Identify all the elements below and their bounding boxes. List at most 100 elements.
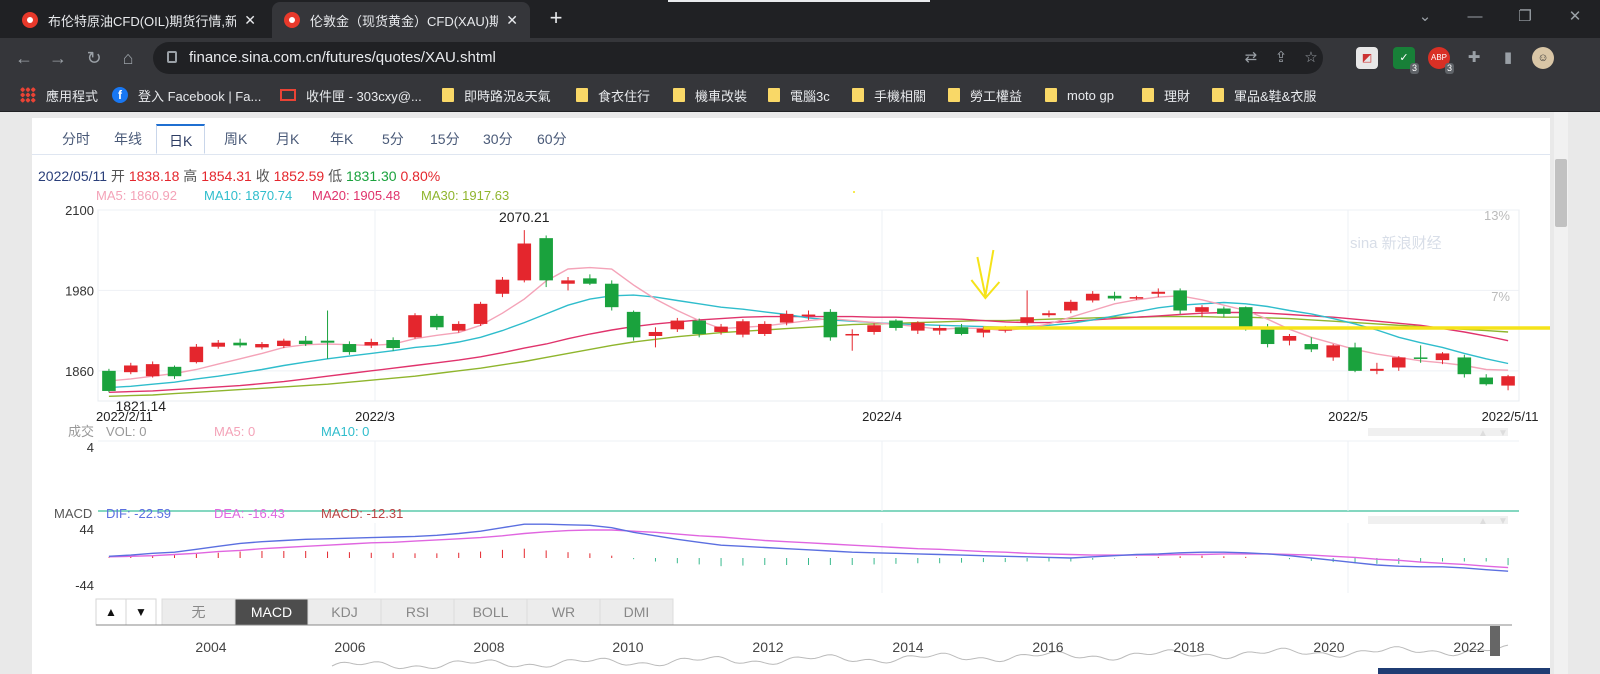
candle-body[interactable] [932,327,947,331]
candle-body[interactable] [277,340,291,347]
candle-body[interactable] [408,315,422,338]
candle-body[interactable] [1304,344,1319,350]
extension-abp-icon[interactable]: ABP 3 [1428,47,1454,74]
candle-body[interactable] [823,311,838,338]
candle-body[interactable] [1064,301,1078,311]
side-panel-icon[interactable]: ▮ [1497,47,1519,69]
bookmark-folder[interactable]: 食衣住行 [576,86,650,104]
candle-body[interactable] [167,366,182,377]
candle-body[interactable] [1348,347,1362,371]
star-icon[interactable]: ☆ [1301,49,1321,69]
candle-body[interactable] [736,321,750,335]
candle-body[interactable] [145,364,160,377]
tab-search-icon[interactable]: ⌄ [1405,4,1445,30]
candle-body[interactable] [495,279,510,294]
tab-close-icon[interactable]: ✕ [244,12,256,29]
scrollbar-thumb[interactable] [1555,159,1567,227]
profile-avatar-icon[interactable]: ☺ [1532,47,1554,69]
candle-body[interactable] [1129,297,1144,299]
extensions-puzzle-icon[interactable]: ✚ [1463,47,1485,69]
candle-body[interactable] [1282,335,1297,341]
back-icon[interactable]: ← [12,46,36,70]
bookmark-folder[interactable]: 軍品&鞋&衣服 [1212,86,1316,104]
kline-chart[interactable]: 2022/05/11 开 1838.18 高 1854.31 收 1852.59… [32,118,1550,674]
candle-body[interactable] [583,278,597,284]
candle-body[interactable] [473,303,488,324]
candle-body[interactable] [1195,307,1209,312]
home-icon[interactable]: ⌂ [116,46,140,70]
candle-body[interactable] [845,333,860,336]
tab-brent-oil[interactable]: 布伦特原油CFD(OIL)期货行情,新 ✕ [10,2,268,38]
overview-range-handle[interactable] [1490,626,1500,656]
candle-body[interactable] [670,320,685,330]
candle-body[interactable] [1042,313,1056,316]
candle-body[interactable] [539,238,553,281]
candle-body[interactable] [692,320,706,334]
bookmark-folder[interactable]: 勞工權益 [948,86,1022,104]
candle-body[interactable] [451,323,466,331]
candle-body[interactable] [1326,345,1340,358]
candle-body[interactable] [1501,376,1515,386]
bookmark-apps[interactable]: 應用程式 [20,86,98,104]
candle-body[interactable] [1457,357,1472,375]
candle-body[interactable] [954,327,969,334]
candle-body[interactable] [1151,291,1166,294]
candle-body[interactable] [1260,329,1275,345]
candle-body[interactable] [1479,377,1493,385]
candle-body[interactable] [189,346,204,363]
candle-body[interactable] [1413,357,1428,359]
extension-hk-icon[interactable]: ◩ [1356,47,1378,69]
candle-body[interactable] [298,340,313,345]
candle-body[interactable] [124,365,138,373]
overview-range-bar[interactable] [1378,668,1550,674]
bookmark-folder[interactable]: 理財 [1142,86,1190,104]
candle-body[interactable] [1107,295,1122,299]
candle-body[interactable] [320,340,335,343]
address-bar[interactable]: finance.sina.com.cn/futures/quotes/XAU.s… [153,42,1323,74]
bookmark-facebook[interactable]: f 登入 Facebook | Fa... [112,86,261,104]
candle-body[interactable] [342,344,357,353]
candle-body[interactable] [604,283,619,308]
candle-body[interactable] [867,325,881,332]
candle-body[interactable] [102,370,116,391]
extension-shield-icon[interactable]: ✓ 3 [1393,47,1419,74]
page-scrollbar[interactable] [1550,112,1600,674]
candle-body[interactable] [1085,293,1100,301]
bookmark-folder[interactable]: 機車改裝 [673,86,747,104]
candle-body[interactable] [801,314,816,317]
url-text[interactable]: finance.sina.com.cn/futures/quotes/XAU.s… [189,49,496,66]
candle-body[interactable] [889,320,903,328]
bookmark-folder[interactable]: 電腦3c [768,86,830,104]
candle-body[interactable] [386,340,400,349]
candle-body[interactable] [1238,307,1253,328]
tab-london-gold[interactable]: 伦敦金（现货黄金）CFD(XAU)期 ✕ [272,2,530,38]
translate-icon[interactable]: ⇄ [1241,49,1261,69]
restore-icon[interactable]: ❐ [1505,4,1545,30]
candle-body[interactable] [561,280,575,284]
candle-body[interactable] [911,322,925,331]
bookmark-folder[interactable]: 即時路況&天氣 [442,86,551,104]
candle-body[interactable] [1370,368,1384,371]
new-tab-icon[interactable]: + [544,6,568,32]
candle-body[interactable] [233,342,247,346]
candle-body[interactable] [1173,290,1187,311]
candle-body[interactable] [517,243,532,281]
forward-icon[interactable]: → [46,46,70,70]
candle-body[interactable] [1435,353,1450,361]
candle-body[interactable] [255,344,269,348]
minimize-icon[interactable]: — [1455,4,1495,30]
bookmark-gmail[interactable]: 收件匣 - 303cxy@... [280,86,422,104]
candle-body[interactable] [648,331,663,336]
candle-body[interactable] [626,311,641,338]
candle-body[interactable] [714,326,728,332]
candle-body[interactable] [757,323,772,334]
candle-body[interactable] [779,313,794,323]
tab-close-icon[interactable]: ✕ [506,12,518,29]
candle-body[interactable] [430,315,444,328]
close-window-icon[interactable]: ✕ [1555,4,1595,30]
candle-body[interactable] [1391,357,1406,368]
share-icon[interactable]: ⇪ [1271,49,1291,69]
candle-body[interactable] [1217,308,1231,314]
bookmark-folder[interactable]: moto gp [1045,86,1114,104]
candle-body[interactable] [1020,317,1034,323]
